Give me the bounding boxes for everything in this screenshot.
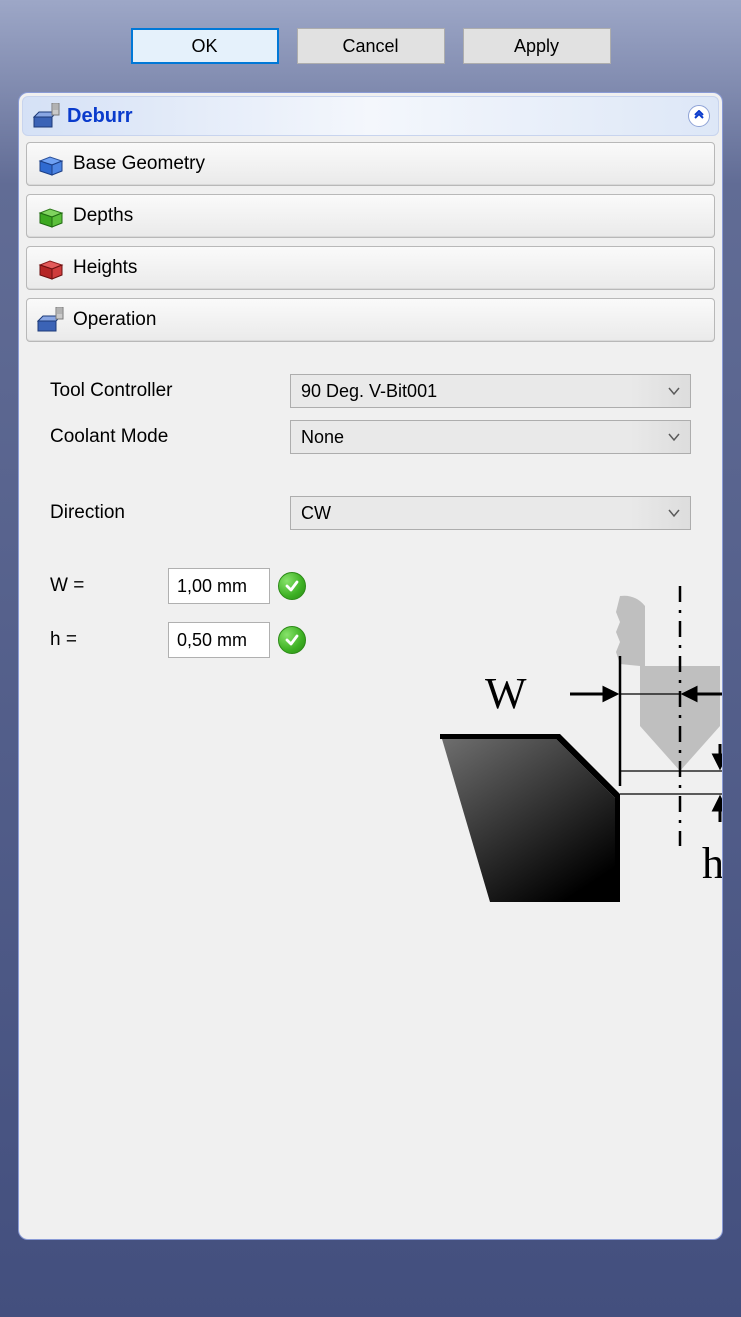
- section-label: Base Geometry: [73, 153, 205, 175]
- section-heights[interactable]: Heights: [26, 246, 715, 290]
- combo-value: None: [301, 427, 344, 448]
- tool-controller-combo[interactable]: 90 Deg. V-Bit001: [290, 374, 691, 408]
- coolant-mode-label: Coolant Mode: [50, 426, 290, 448]
- apply-button[interactable]: Apply: [463, 28, 611, 64]
- coolant-mode-combo[interactable]: None: [290, 420, 691, 454]
- section-label: Depths: [73, 205, 133, 227]
- ok-button[interactable]: OK: [131, 28, 279, 64]
- section-label: Heights: [73, 257, 137, 279]
- w-input[interactable]: [168, 568, 270, 604]
- dialog-button-row: OK Cancel Apply: [18, 18, 723, 92]
- cancel-button[interactable]: Cancel: [297, 28, 445, 64]
- chamfer-diagram: W h: [430, 586, 723, 906]
- chevron-down-icon: [668, 386, 680, 396]
- operation-form: Tool Controller 90 Deg. V-Bit001 Coolant…: [22, 344, 719, 668]
- box-blue-icon: [37, 151, 65, 177]
- chevron-down-icon: [668, 432, 680, 442]
- h-input[interactable]: [168, 622, 270, 658]
- operation-icon: [37, 307, 65, 333]
- direction-combo[interactable]: CW: [290, 496, 691, 530]
- section-list: Base Geometry Depths Heights: [22, 136, 719, 344]
- check-icon: [278, 626, 306, 654]
- section-depths[interactable]: Depths: [26, 194, 715, 238]
- collapse-icon[interactable]: [688, 105, 710, 127]
- section-label: Operation: [73, 309, 156, 331]
- box-red-icon: [37, 255, 65, 281]
- panel-title: Deburr: [67, 105, 682, 128]
- h-label: h =: [50, 629, 150, 651]
- w-label: W =: [50, 575, 150, 597]
- diagram-w-label: W: [485, 669, 527, 718]
- section-base-geometry[interactable]: Base Geometry: [26, 142, 715, 186]
- tool-controller-label: Tool Controller: [50, 380, 290, 402]
- diagram-h-label: h: [702, 839, 723, 888]
- chevron-down-icon: [668, 508, 680, 518]
- box-green-icon: [37, 203, 65, 229]
- section-operation[interactable]: Operation: [26, 298, 715, 342]
- deburr-icon: [33, 103, 61, 129]
- task-panel: Deburr Base Geometry Depths: [18, 92, 723, 1240]
- check-icon: [278, 572, 306, 600]
- panel-header[interactable]: Deburr: [22, 96, 719, 136]
- direction-label: Direction: [50, 502, 290, 524]
- combo-value: CW: [301, 503, 331, 524]
- combo-value: 90 Deg. V-Bit001: [301, 381, 437, 402]
